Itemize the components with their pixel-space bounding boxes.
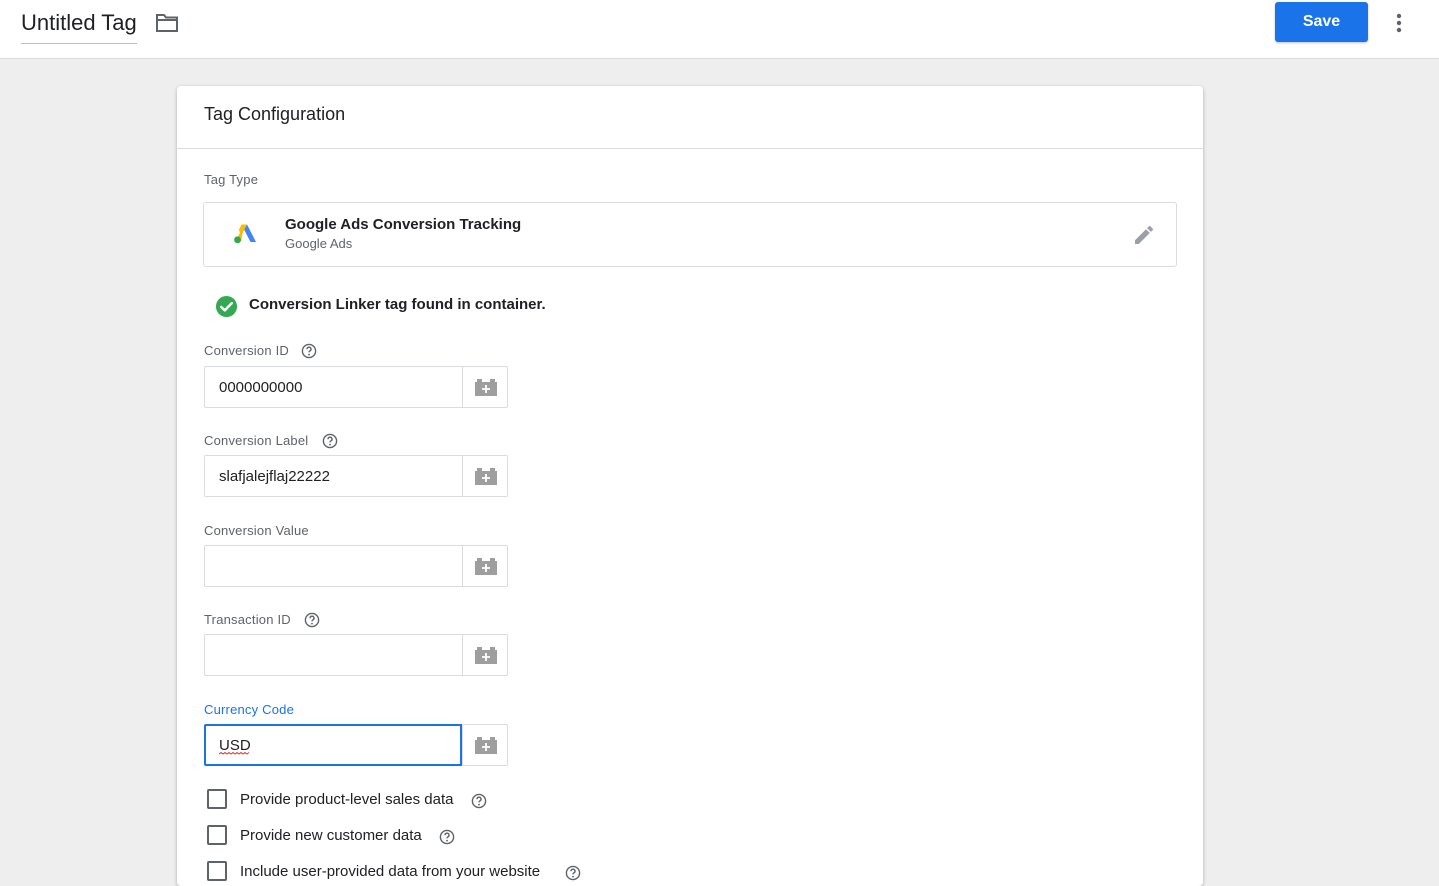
variable-brick-icon: [475, 737, 497, 754]
insert-variable-button[interactable]: [462, 724, 508, 766]
help-circle-icon[interactable]: [471, 793, 487, 809]
insert-variable-button[interactable]: [462, 366, 508, 408]
transaction-id-field: [204, 634, 508, 676]
conversion-label-input[interactable]: [204, 455, 462, 497]
tag-type-vendor: Google Ads: [285, 236, 353, 251]
tag-type-name: Google Ads Conversion Tracking: [285, 216, 522, 233]
product-sales-data-label[interactable]: Provide product-level sales data: [240, 791, 453, 808]
transaction-id-label: Transaction ID: [204, 612, 291, 627]
conversion-id-label: Conversion ID: [204, 343, 289, 358]
check-circle-icon: [215, 295, 238, 318]
pencil-icon[interactable]: [1132, 223, 1156, 247]
variable-brick-icon: [475, 647, 497, 664]
currency-code-label: Currency Code: [204, 702, 295, 717]
variable-brick-icon: [475, 468, 497, 485]
conversion-id-field: [204, 366, 508, 408]
variable-brick-icon: [475, 558, 497, 575]
insert-variable-button[interactable]: [462, 545, 508, 587]
insert-variable-button[interactable]: [462, 455, 508, 497]
product-sales-data-checkbox[interactable]: [207, 789, 227, 809]
conversion-value-input[interactable]: [204, 545, 462, 587]
conversion-value-label: Conversion Value: [204, 523, 309, 538]
user-provided-data-label[interactable]: Include user-provided data from your web…: [240, 863, 540, 880]
tag-configuration-card: Tag Configuration Tag Type Google Ads Co…: [177, 86, 1203, 886]
folder-icon[interactable]: [155, 13, 179, 33]
help-circle-icon[interactable]: [565, 865, 581, 881]
spellcheck-underline: [219, 752, 250, 755]
card-title: Tag Configuration: [204, 104, 346, 124]
conversion-label-field: [204, 455, 508, 497]
currency-code-input[interactable]: [204, 724, 462, 766]
tag-type-label: Tag Type: [204, 172, 259, 187]
help-circle-icon[interactable]: [301, 343, 317, 359]
new-customer-data-label[interactable]: Provide new customer data: [240, 827, 422, 844]
new-customer-data-checkbox[interactable]: [207, 825, 227, 845]
help-circle-icon[interactable]: [304, 612, 320, 628]
conversion-label-label: Conversion Label: [204, 433, 309, 448]
top-bar: Untitled Tag Save: [0, 0, 1439, 59]
card-header: Tag Configuration: [177, 86, 1203, 149]
tag-name-title[interactable]: Untitled Tag: [21, 9, 137, 44]
variable-brick-icon: [475, 379, 497, 396]
help-circle-icon[interactable]: [322, 433, 338, 449]
save-button[interactable]: Save: [1275, 2, 1368, 42]
insert-variable-button[interactable]: [462, 634, 508, 676]
more-vert-icon[interactable]: [1389, 11, 1409, 35]
conversion-value-field: [204, 545, 508, 587]
conversion-linker-message: Conversion Linker tag found in container…: [249, 296, 546, 313]
google-ads-logo-icon: [234, 224, 256, 244]
tag-type-selector[interactable]: Google Ads Conversion Tracking Google Ad…: [203, 202, 1177, 267]
user-provided-data-checkbox[interactable]: [207, 861, 227, 881]
help-circle-icon[interactable]: [439, 829, 455, 845]
conversion-id-input[interactable]: [204, 366, 462, 408]
transaction-id-input[interactable]: [204, 634, 462, 676]
currency-code-field: [204, 724, 508, 766]
